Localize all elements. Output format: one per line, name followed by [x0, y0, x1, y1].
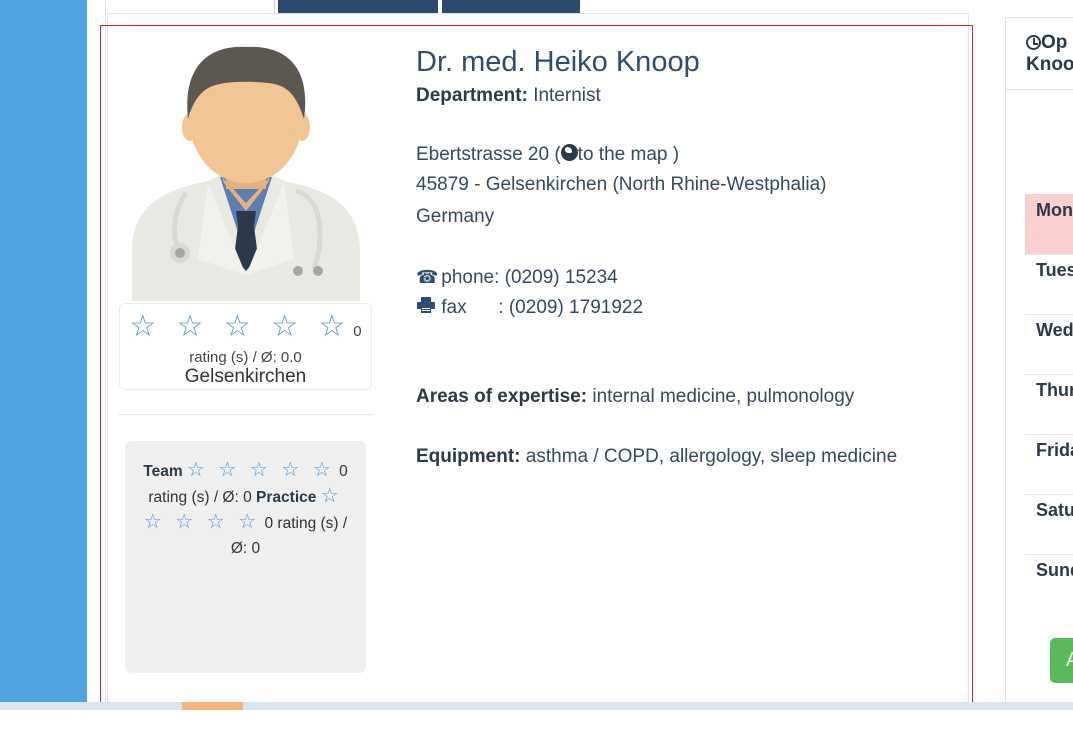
appointment-button[interactable]: A: [1050, 638, 1073, 683]
left-accent-band: [0, 0, 87, 702]
page-footer-space: [0, 710, 1073, 735]
tab-1[interactable]: [278, 0, 438, 14]
selection-highlight: [100, 25, 973, 709]
day-label: Thur: [1036, 380, 1073, 400]
day-sunday: Sund: [1025, 554, 1073, 614]
day-label: Wed: [1036, 320, 1073, 340]
bottom-scroll-strip: [0, 702, 1073, 710]
bottom-accent: [182, 702, 243, 710]
opening-hours-divider: [1006, 89, 1073, 90]
day-tuesday: Tues: [1025, 254, 1073, 315]
day-friday: Frida: [1025, 434, 1073, 495]
day-label: Mon: [1036, 200, 1073, 220]
day-label: Tues: [1036, 260, 1073, 280]
day-wednesday: Wed: [1025, 314, 1073, 375]
day-saturday: Satu: [1025, 494, 1073, 555]
tab-2[interactable]: [442, 0, 580, 14]
day-thursday: Thur: [1025, 374, 1073, 435]
opening-hours-title: Op Knoo: [1026, 32, 1073, 76]
day-monday: Mon: [1025, 194, 1073, 255]
clock-icon: [1026, 35, 1041, 50]
opening-hours-title-2: Knoo: [1026, 54, 1073, 75]
day-label: Sund: [1036, 560, 1073, 580]
opening-hours-title-1: Op: [1041, 32, 1068, 53]
day-label: Satu: [1036, 500, 1073, 520]
appointment-button-label: A: [1066, 649, 1073, 671]
tab-divider: [274, 0, 275, 14]
day-label: Frida: [1036, 440, 1073, 460]
